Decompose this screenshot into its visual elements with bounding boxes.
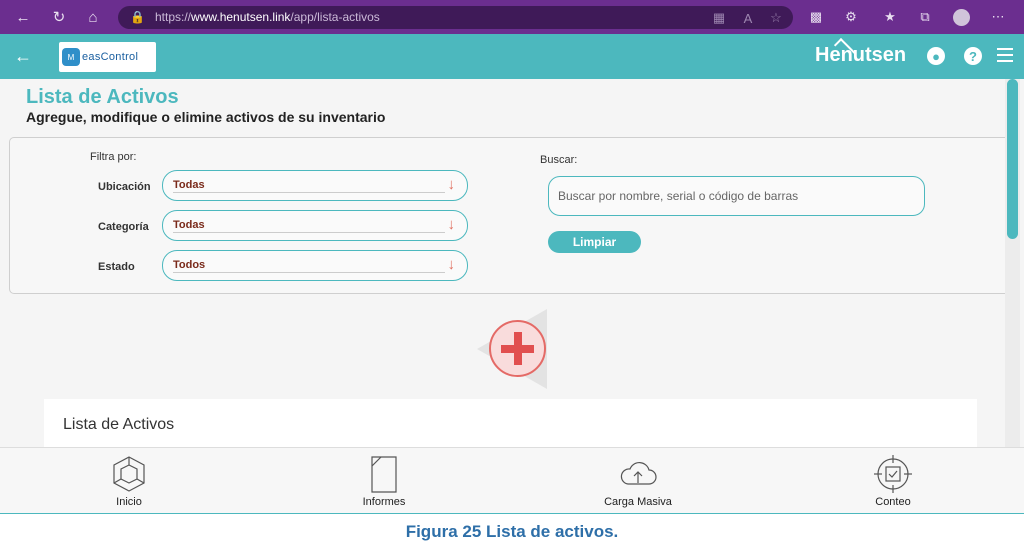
search-input[interactable] <box>548 176 925 216</box>
plus-icon <box>489 320 546 377</box>
back-icon[interactable]: ← <box>14 8 32 26</box>
location-value: Todas <box>173 179 205 191</box>
home-icon[interactable]: ⌂ <box>84 8 102 26</box>
search-label: Buscar: <box>540 154 578 166</box>
help-icon[interactable]: ? <box>964 47 982 65</box>
document-icon <box>371 456 397 493</box>
state-value: Todos <box>173 259 206 271</box>
settings-icon[interactable]: ⚙ <box>843 9 859 25</box>
category-value: Todas <box>173 219 205 231</box>
favorite-icon[interactable]: ☆ <box>768 10 784 26</box>
scrollbar-thumb[interactable] <box>1007 79 1018 239</box>
lock-icon: 🔒 <box>130 10 145 24</box>
clear-button[interactable]: Limpiar <box>548 231 641 253</box>
filter-heading: Filtra por: <box>90 151 137 163</box>
logo-mark: M <box>62 48 80 66</box>
grid-icon[interactable]: ▦ <box>711 10 727 26</box>
read-aloud-icon[interactable]: A <box>740 10 756 26</box>
nav-bulk-upload[interactable]: Carga Masiva <box>568 448 708 514</box>
url-text: https://www.henutsen.link/app/lista-acti… <box>155 10 380 24</box>
asset-list-card: Lista de Activos <box>44 399 977 447</box>
target-check-icon <box>874 455 912 493</box>
logo-text: easControl <box>82 51 139 63</box>
refresh-icon[interactable]: ↻ <box>50 8 68 26</box>
collections-icon[interactable]: ⧉ <box>917 9 933 25</box>
cloud-upload-icon <box>620 461 657 485</box>
back-arrow-icon[interactable]: ← <box>14 46 32 67</box>
state-label: Estado <box>98 261 135 273</box>
location-select[interactable]: Todas ↓ <box>162 170 468 201</box>
figure-caption: Figura 25 Lista de activos. <box>405 522 619 541</box>
app-header: ← M easControl Henutsen ● ? <box>0 34 1024 79</box>
nav-count[interactable]: Conteo <box>823 448 963 514</box>
profile-icon[interactable] <box>953 9 970 26</box>
nav-bulk-upload-label: Carga Masiva <box>604 496 672 508</box>
nav-reports-label: Informes <box>362 496 406 508</box>
scrollbar[interactable] <box>1005 79 1020 447</box>
main-content: Lista de Activos Agregue, modifique o el… <box>0 79 1024 447</box>
account-icon[interactable]: ● <box>927 47 945 65</box>
arrow-down-icon: ↓ <box>447 256 456 273</box>
browser-toolbar: ← ↻ ⌂ 🔒 https://www.henutsen.link/app/li… <box>0 0 1024 34</box>
meascontrol-logo: M easControl <box>59 42 156 72</box>
state-select[interactable]: Todos ↓ <box>162 250 468 281</box>
hamburger-menu-icon[interactable] <box>997 48 1013 62</box>
page-subtitle: Agregue, modifique o elimine activos de … <box>26 109 386 125</box>
more-icon[interactable]: ⋯ <box>990 9 1006 25</box>
arrow-down-icon: ↓ <box>447 176 456 193</box>
filter-panel: Filtra por: Ubicación Todas ↓ Categoría … <box>9 137 1012 294</box>
address-bar[interactable]: 🔒 https://www.henutsen.link/app/lista-ac… <box>118 6 793 29</box>
nav-reports[interactable]: Informes <box>314 448 454 514</box>
nav-home[interactable]: Inicio <box>59 448 199 514</box>
extensions-icon[interactable]: ▩ <box>808 9 824 25</box>
asset-list-title: Lista de Activos <box>63 416 175 433</box>
arrow-down-icon: ↓ <box>447 216 456 233</box>
add-asset-button[interactable] <box>477 309 547 389</box>
nav-count-label: Conteo <box>875 496 911 508</box>
favorites-icon[interactable]: ★ <box>882 9 898 25</box>
bottom-navigation: Inicio Informes Carga Masiva Conteo <box>0 447 1024 514</box>
page-title: Lista de Activos <box>26 86 179 108</box>
cube-icon <box>113 456 145 492</box>
henutsen-brand: Henutsen <box>815 44 907 66</box>
category-select[interactable]: Todas ↓ <box>162 210 468 241</box>
category-label: Categoría <box>98 221 149 233</box>
nav-home-label: Inicio <box>116 496 142 508</box>
location-label: Ubicación <box>98 181 151 193</box>
